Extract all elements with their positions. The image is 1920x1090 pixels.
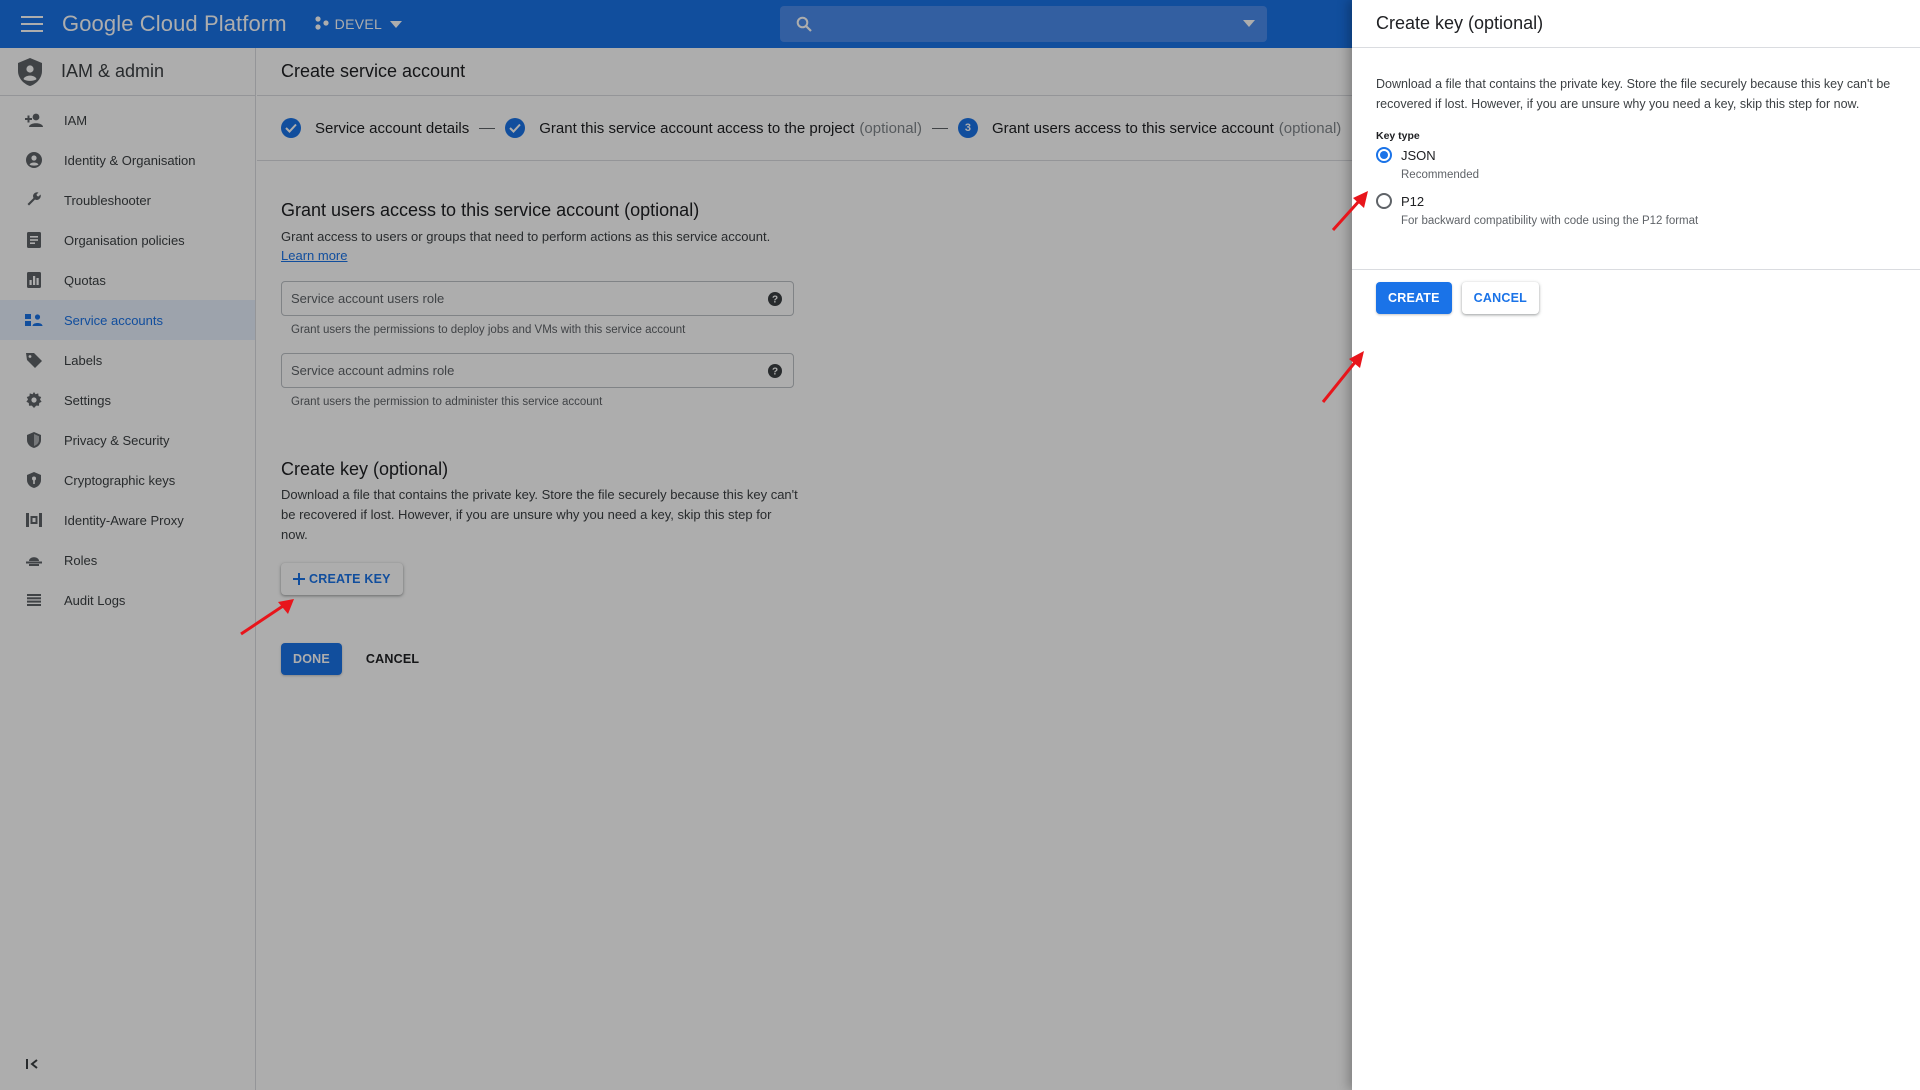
panel-cancel-button[interactable]: CANCEL	[1461, 282, 1539, 314]
p12-radio-button[interactable]	[1376, 193, 1392, 209]
annotation-arrow-json	[1331, 191, 1368, 232]
panel-description: Download a file that contains the privat…	[1376, 77, 1891, 111]
json-radio-subtext: Recommended	[1401, 169, 1479, 181]
create-button[interactable]: CREATE	[1376, 282, 1452, 314]
modal-scrim[interactable]	[0, 0, 1352, 1090]
panel-actions: CREATE CANCEL	[1352, 269, 1920, 326]
create-key-panel: Create key (optional) Download a file th…	[1352, 0, 1920, 1090]
p12-radio-label: P12	[1401, 193, 1425, 209]
panel-body: Download a file that contains the privat…	[1352, 48, 1920, 227]
p12-radio-option[interactable]: P12	[1376, 193, 1896, 209]
p12-radio-subtext: For backward compatibility with code usi…	[1401, 215, 1699, 227]
annotation-arrow-create-key	[240, 599, 294, 636]
annotation-arrow-create	[1321, 351, 1364, 403]
json-radio-button[interactable]	[1376, 147, 1392, 163]
json-radio-option[interactable]: JSON	[1376, 147, 1896, 163]
panel-header: Create key (optional)	[1352, 0, 1920, 48]
key-type-label: Key type	[1376, 130, 1420, 142]
json-radio-label: JSON	[1401, 147, 1436, 163]
panel-title: Create key (optional)	[1376, 13, 1544, 33]
